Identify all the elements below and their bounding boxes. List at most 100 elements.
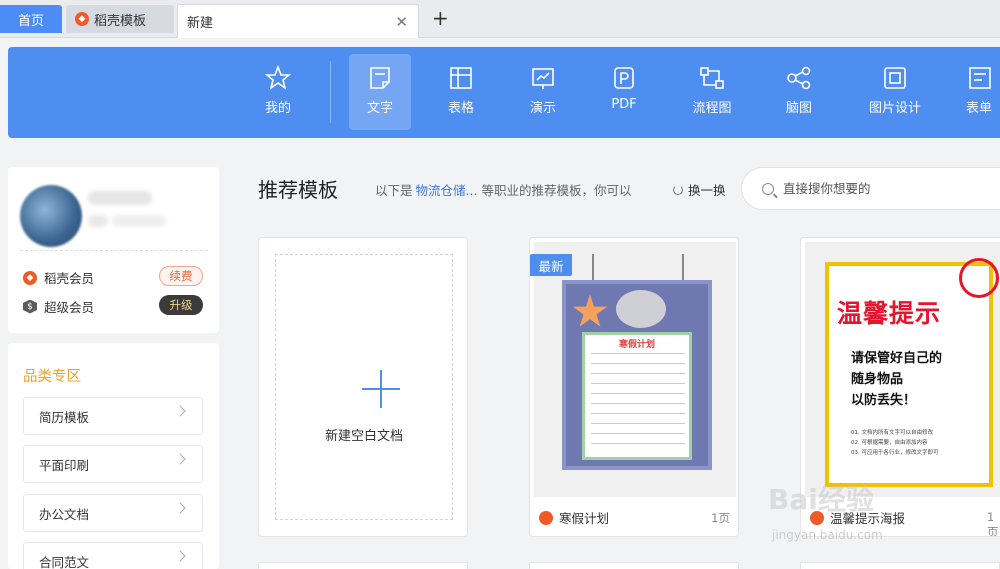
plus-icon [380, 370, 382, 408]
template-thumbnail: 温馨提示 请保管好自己的 随身物品 以防丢失！ 01. 文档内所有文字可以自由修… [805, 242, 1000, 497]
category-item-resume[interactable]: 简历模板 [23, 397, 203, 435]
poster-title: 寒假计划 [618, 340, 655, 350]
category-label: 简历模板 [39, 409, 90, 425]
toolbar-divider [330, 61, 331, 123]
schedule-line [591, 423, 685, 424]
swap-label: 换一换 [688, 183, 726, 198]
tool-mindmap[interactable]: 脑图 [768, 54, 830, 130]
daoke-logo-icon: ◆ [75, 12, 89, 26]
tool-label: 我的 [264, 101, 291, 116]
tool-flowchart[interactable]: 流程图 [681, 54, 743, 130]
swap-button[interactable]: 换一换 [673, 180, 726, 199]
username-blurred [88, 191, 152, 205]
tool-pdf[interactable]: PDF [593, 54, 655, 130]
renew-button[interactable]: 续费 [159, 266, 203, 286]
chevron-right-icon [174, 502, 186, 514]
schedule-line [591, 403, 685, 404]
baidu-watermark: Bai经验 [768, 483, 874, 516]
mouse-illustration [616, 290, 666, 328]
daoke-logo-icon [539, 510, 553, 525]
desc-prefix: 以下是 [375, 183, 413, 198]
tool-label: PDF [611, 97, 637, 112]
search-icon [762, 182, 774, 195]
schedule-line [591, 363, 685, 364]
tool-label: 表单 [966, 101, 993, 116]
tool-label: 文字 [366, 101, 393, 116]
tab-new-label: 新建 [187, 16, 214, 31]
schedule-line [591, 433, 685, 434]
tool-mine[interactable]: 我的 [247, 54, 309, 130]
template-card-next-row [529, 562, 739, 569]
page-title: 推荐模板 [258, 178, 338, 202]
avatar[interactable] [20, 185, 82, 247]
tool-image-design[interactable]: 图片设计 [860, 54, 930, 130]
poster-note: 03. 可应用于各行业，修改文字即可 [851, 450, 939, 456]
search-box[interactable] [741, 167, 1000, 210]
divider [20, 250, 208, 251]
form-icon [969, 67, 991, 89]
dashed-area: 新建空白文档 [275, 254, 453, 520]
chevron-right-icon [174, 405, 186, 417]
tool-form[interactable]: 表单 [966, 54, 1000, 130]
image-design-icon [884, 67, 906, 89]
category-panel: 品类专区 简历模板 平面印刷 办公文档 合同范文 [8, 343, 219, 569]
winter-plan-poster: 寒假计划 [562, 280, 712, 470]
tool-spreadsheet[interactable]: 表格 [430, 54, 492, 130]
category-title: 品类专区 [23, 369, 81, 385]
super-member-label: 超级会员 [44, 300, 95, 315]
chevron-right-icon [174, 550, 186, 562]
baidu-watermark-url: jingyan.baidu.com [772, 528, 883, 542]
tool-label: 演示 [529, 101, 556, 116]
tool-presentation[interactable]: 演示 [512, 54, 574, 130]
schedule-line [591, 413, 685, 414]
template-card-next-row [258, 562, 468, 569]
template-thumbnail: 寒假计划 [534, 242, 736, 497]
template-pages: 1页 [711, 511, 730, 525]
poster-notes: 01. 文档内所有文字可以自由修改 02. 可根据需要，自由添加内容 03. 可… [851, 428, 939, 458]
poster-body-line: 以防丢失！ [851, 393, 917, 408]
tab-home[interactable]: 首页 [0, 5, 62, 33]
poster-body-line: 请保管好自己的 [851, 351, 943, 366]
schedule-line [591, 373, 685, 374]
tool-writer[interactable]: 文字 [349, 54, 411, 130]
add-tab-icon[interactable]: + [432, 6, 449, 30]
category-item-print[interactable]: 平面印刷 [23, 445, 203, 483]
tool-label: 脑图 [785, 101, 812, 116]
recommend-description: 以下是 物流仓储... 等职业的推荐模板，你可以 [375, 180, 631, 199]
category-label: 办公文档 [39, 506, 90, 522]
category-item-contract[interactable]: 合同范文 [23, 542, 203, 569]
template-card-next-row [800, 562, 1000, 569]
poster-body-line: 随身物品 [851, 372, 904, 387]
close-tab-icon[interactable]: ✕ [395, 13, 408, 31]
desc-suffix: 等职业的推荐模板，你可以 [481, 183, 632, 198]
schedule-line [591, 443, 685, 444]
category-item-office[interactable]: 办公文档 [23, 494, 203, 532]
user-info-blurred [88, 215, 108, 227]
new-blank-doc-card[interactable]: 新建空白文档 [258, 237, 468, 537]
tab-bar: 首页 ◆ 稻壳模板 新建 ✕ + [0, 0, 1000, 38]
new-blank-label: 新建空白文档 [324, 429, 403, 444]
chevron-right-icon [174, 453, 186, 465]
super-member-row: $ 超级会员 [23, 297, 94, 316]
tool-label: 图片设计 [868, 101, 921, 116]
circle-decoration [959, 258, 999, 298]
search-input[interactable] [783, 181, 983, 196]
schedule-line [591, 353, 685, 354]
daoke-member-row: ◆ 稻壳会员 [23, 268, 94, 287]
template-card[interactable]: 最新 寒假计划 寒假计划 1页 [529, 237, 739, 537]
tab-new[interactable]: 新建 ✕ [177, 4, 419, 38]
schedule-line [591, 393, 685, 394]
refresh-icon [673, 184, 683, 195]
document-icon [370, 67, 390, 89]
table-icon [450, 67, 472, 89]
template-pages: 1页 [987, 510, 999, 537]
poster-title: 温馨提示 [837, 299, 942, 328]
schedule-sheet: 寒假计划 [582, 332, 692, 460]
mindmap-icon [787, 66, 811, 90]
profession-link[interactable]: 物流仓储... [416, 180, 478, 199]
tab-daoke-templates[interactable]: ◆ 稻壳模板 [66, 5, 174, 33]
template-name: 寒假计划 [559, 511, 610, 526]
upgrade-button[interactable]: 升级 [159, 295, 203, 315]
tool-label: 表格 [447, 101, 474, 116]
daoke-member-icon: ◆ [23, 270, 37, 285]
